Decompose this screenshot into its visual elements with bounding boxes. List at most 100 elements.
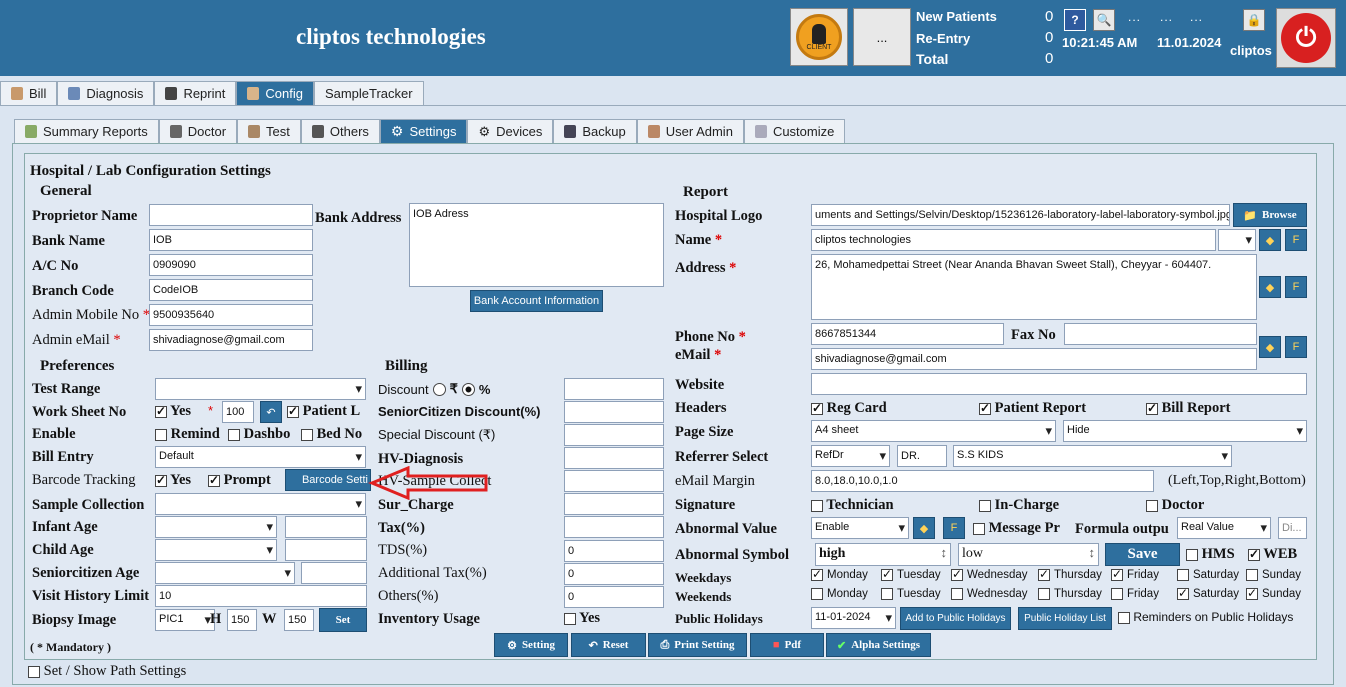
weekday-sunday-checkbox[interactable] [1246, 569, 1258, 581]
message-checkbox[interactable] [973, 522, 985, 535]
infant-age-select[interactable] [155, 516, 277, 538]
hms-checkbox[interactable] [1186, 548, 1198, 561]
weekend-saturday[interactable]: Saturday [1177, 586, 1239, 600]
tab-others[interactable]: Others [300, 119, 380, 143]
reset-button[interactable]: ↶ Reset [571, 633, 646, 657]
weekday-friday-checkbox[interactable] [1111, 567, 1123, 581]
sur-charge-input[interactable] [564, 493, 664, 515]
tab-diagnosis[interactable]: Diagnosis [57, 81, 155, 105]
others-input[interactable]: 0 [564, 586, 664, 608]
proprietor-input[interactable] [149, 204, 313, 226]
senior-age-select[interactable] [155, 562, 295, 584]
prompt-checkbox[interactable] [208, 473, 220, 488]
technician-checkbox[interactable] [811, 499, 823, 512]
weekday-tuesday-checkbox[interactable] [881, 567, 893, 581]
setting-button[interactable]: ⚙ Setting [494, 633, 568, 657]
path-settings-option[interactable]: Set / Show Path Settings [28, 663, 186, 680]
email-color-icon[interactable]: ◆ [1259, 336, 1281, 358]
message-option[interactable]: Message Pr [973, 520, 1069, 537]
weekday-monday-checkbox[interactable] [811, 567, 823, 581]
tax-input[interactable] [564, 516, 664, 538]
browse-button[interactable]: 📁 Browse [1233, 203, 1307, 227]
bill-report-option[interactable]: Bill Report [1146, 400, 1231, 417]
prompt-option[interactable]: Prompt [208, 472, 271, 489]
discount-rupee-radio[interactable] [432, 382, 446, 396]
discount-input[interactable] [564, 378, 664, 400]
sample-collection-select[interactable] [155, 493, 366, 515]
print-setting-button[interactable]: ⎙ Print Setting [648, 633, 747, 657]
website-input[interactable] [811, 373, 1307, 395]
admin-mobile-input[interactable]: 9500935640 [149, 304, 313, 326]
barcode-checkbox[interactable] [155, 473, 167, 488]
patient-report-option[interactable]: Patient Report [979, 400, 1086, 417]
address-color-icon[interactable]: ◆ [1259, 276, 1281, 298]
tab-bill[interactable]: Bill [0, 81, 58, 105]
di-input[interactable]: Di... [1278, 517, 1307, 539]
set-button[interactable]: Set [319, 608, 367, 632]
weekend-thursday[interactable]: Thursday [1038, 588, 1102, 600]
branch-input[interactable]: CodeIOB [149, 279, 313, 301]
save-button[interactable]: Save [1105, 543, 1180, 566]
high-input[interactable]: high [815, 543, 951, 566]
tab-config[interactable]: Config [236, 81, 314, 105]
holiday-date-select[interactable]: 11-01-2024 [811, 607, 896, 629]
abnormal-value-select[interactable]: Enable [811, 517, 909, 539]
abnormal-font-icon[interactable]: F [943, 517, 965, 539]
hv-diagnosis-input[interactable] [564, 447, 664, 469]
senior-discount-input[interactable] [564, 401, 664, 423]
tab-settings[interactable]: ⚙ Settings [379, 119, 468, 143]
search-icon[interactable]: 🔍 [1093, 9, 1115, 31]
web-option[interactable]: WEB [1248, 546, 1297, 563]
weekend-tuesday-checkbox[interactable] [881, 588, 893, 600]
undo-icon[interactable]: ↶ [260, 401, 282, 423]
dashbo-checkbox[interactable] [228, 428, 240, 441]
reminders-option[interactable]: Reminders on Public Holidays [1118, 610, 1293, 624]
weekday-monday[interactable]: Monday [811, 567, 868, 581]
low-input[interactable]: low [958, 543, 1099, 566]
page-size-select[interactable]: A4 sheet [811, 420, 1056, 442]
dr-input[interactable]: DR. [897, 445, 947, 467]
logo-path-input[interactable]: uments and Settings/Selvin/Desktop/15236… [811, 204, 1230, 226]
refdr-select[interactable]: RefDr [811, 445, 890, 467]
inventory-checkbox[interactable] [564, 612, 576, 625]
abnormal-color-icon[interactable]: ◆ [913, 517, 935, 539]
lock-icon[interactable]: 🔒 [1243, 9, 1265, 31]
additional-tax-input[interactable]: 0 [564, 563, 664, 585]
tab-sampletracker[interactable]: SampleTracker [313, 81, 424, 105]
weekend-monday-checkbox[interactable] [811, 588, 823, 600]
weekend-friday-checkbox[interactable] [1111, 588, 1123, 600]
help-icon[interactable]: ? [1064, 9, 1086, 31]
reg-card-option[interactable]: Reg Card [811, 400, 887, 417]
remind-checkbox[interactable] [155, 428, 167, 441]
weekend-monday[interactable]: Monday [811, 588, 868, 600]
special-discount-input[interactable] [564, 424, 664, 446]
bank-name-input[interactable]: IOB [149, 229, 313, 251]
weekend-wednesday-checkbox[interactable] [951, 588, 963, 600]
barcode-yes[interactable]: Yes [155, 472, 191, 489]
font-icon[interactable]: F [1285, 229, 1307, 251]
remind-option[interactable]: Remind [155, 426, 220, 443]
patient-report-checkbox[interactable] [979, 401, 991, 416]
formula-select[interactable]: Real Value [1177, 517, 1271, 539]
discount-percent-radio[interactable] [461, 382, 475, 396]
patient-l-checkbox[interactable] [287, 404, 299, 419]
tab-customize[interactable]: Customize [743, 119, 846, 143]
technician-option[interactable]: Technician [811, 497, 894, 514]
report-email-input[interactable]: shivadiagnose@gmail.com [811, 348, 1257, 370]
weekday-wednesday[interactable]: Wednesday [951, 567, 1028, 581]
weekday-sunday[interactable]: Sunday [1246, 569, 1301, 581]
email-font-icon[interactable]: F [1285, 336, 1307, 358]
child-age-input[interactable] [285, 539, 367, 561]
margin-input[interactable]: 8.0,18.0,10.0,1.0 [811, 470, 1154, 492]
path-settings-checkbox[interactable] [28, 665, 40, 678]
worksheet-input[interactable]: 100 [222, 401, 254, 423]
tab-user-admin[interactable]: User Admin [636, 119, 744, 143]
height-input[interactable]: 150 [227, 609, 257, 631]
tds-input[interactable]: 0 [564, 540, 664, 562]
fax-input[interactable] [1064, 323, 1257, 345]
dashbo-option[interactable]: Dashbo [228, 426, 290, 443]
test-range-select[interactable] [155, 378, 366, 400]
power-button[interactable]: ⏻ [1276, 8, 1336, 68]
weekend-wednesday[interactable]: Wednesday [951, 588, 1028, 600]
hms-option[interactable]: HMS [1186, 546, 1235, 563]
